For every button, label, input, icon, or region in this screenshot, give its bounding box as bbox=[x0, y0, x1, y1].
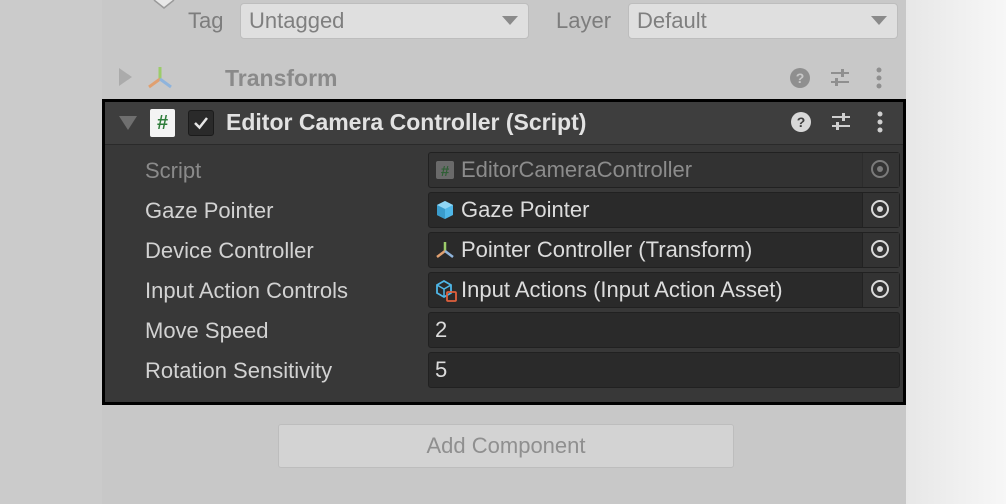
transform-axes-icon bbox=[436, 242, 454, 258]
help-icon[interactable]: ? bbox=[790, 111, 812, 133]
editor-camera-controller-component: # Editor Camera Controller (Script) ? Sc… bbox=[102, 99, 906, 405]
device-controller-field[interactable]: Pointer Controller (Transform) bbox=[428, 232, 900, 268]
tag-dropdown[interactable]: Untagged bbox=[240, 3, 529, 39]
script-label: Script bbox=[145, 158, 202, 183]
left-panel-edge bbox=[0, 0, 102, 504]
move-speed-label[interactable]: Move Speed bbox=[145, 318, 269, 344]
rotation-sensitivity-input[interactable]: 5 bbox=[428, 352, 900, 388]
preset-sliders-icon[interactable] bbox=[829, 67, 851, 89]
script-value: EditorCameraController bbox=[461, 157, 693, 182]
inspector-panel: Tag Untagged Layer Default Transform ? #… bbox=[102, 0, 906, 504]
svg-text:#: # bbox=[441, 163, 450, 180]
script-field: # EditorCameraController bbox=[428, 152, 900, 188]
input-action-controls-label: Input Action Controls bbox=[145, 278, 349, 303]
device-controller-value: Pointer Controller (Transform) bbox=[461, 237, 753, 262]
input-action-asset-icon bbox=[436, 280, 457, 302]
layer-label: Layer bbox=[556, 8, 612, 33]
gameobject-icon-fragment bbox=[153, 0, 175, 9]
prefab-cube-icon bbox=[437, 201, 453, 219]
svg-text:?: ? bbox=[796, 70, 805, 86]
script-hash-icon: # bbox=[150, 109, 175, 137]
object-picker-button[interactable] bbox=[862, 193, 899, 227]
input-action-controls-field[interactable]: Input Actions (Input Action Asset) bbox=[428, 272, 900, 308]
more-vert-icon[interactable] bbox=[876, 110, 884, 134]
chevron-down-icon bbox=[502, 16, 518, 25]
layer-dropdown-value: Default bbox=[637, 8, 707, 33]
move-speed-value: 2 bbox=[435, 317, 448, 342]
add-component-button[interactable]: Add Component bbox=[278, 424, 734, 468]
move-speed-input[interactable]: 2 bbox=[428, 312, 900, 348]
tag-dropdown-value: Untagged bbox=[249, 8, 345, 33]
transform-title: Transform bbox=[225, 65, 338, 91]
target-icon bbox=[871, 240, 889, 258]
script-hash-icon: # bbox=[436, 161, 454, 180]
gaze-pointer-field[interactable]: Gaze Pointer bbox=[428, 192, 900, 228]
rotation-sensitivity-label[interactable]: Rotation Sensitivity bbox=[145, 358, 332, 384]
tag-label: Tag bbox=[188, 8, 224, 33]
input-action-controls-value: Input Actions (Input Action Asset) bbox=[461, 277, 783, 302]
target-icon bbox=[871, 160, 889, 178]
layer-dropdown[interactable]: Default bbox=[628, 3, 898, 39]
target-icon bbox=[871, 280, 889, 298]
tag-layer-row: Tag Untagged Layer Default bbox=[102, 0, 906, 57]
rotation-sensitivity-value: 5 bbox=[435, 357, 448, 382]
right-panel-edge bbox=[906, 0, 1006, 504]
svg-text:?: ? bbox=[797, 114, 806, 130]
device-controller-label: Device Controller bbox=[145, 238, 314, 263]
checkmark-icon bbox=[194, 117, 208, 130]
target-icon bbox=[871, 200, 889, 218]
transform-axes-icon bbox=[148, 67, 172, 89]
help-icon[interactable]: ? bbox=[789, 67, 811, 89]
component-header[interactable]: # Editor Camera Controller (Script) ? bbox=[105, 102, 903, 145]
chevron-down-icon bbox=[871, 16, 887, 25]
object-picker-button[interactable] bbox=[862, 273, 899, 307]
expand-arrow-icon[interactable] bbox=[119, 68, 132, 86]
gaze-pointer-value: Gaze Pointer bbox=[461, 197, 590, 222]
preset-sliders-icon[interactable] bbox=[830, 111, 852, 133]
gaze-pointer-label: Gaze Pointer bbox=[145, 198, 274, 223]
inspector-screenshot: Tag Untagged Layer Default Transform ? #… bbox=[0, 0, 1006, 504]
component-title: Editor Camera Controller (Script) bbox=[226, 109, 587, 135]
transform-component-header[interactable]: Transform ? bbox=[102, 56, 906, 100]
more-vert-icon[interactable] bbox=[875, 66, 883, 90]
object-picker-button[interactable] bbox=[862, 233, 899, 267]
collapse-arrow-icon[interactable] bbox=[119, 116, 137, 130]
object-picker-button bbox=[862, 153, 899, 187]
component-enabled-checkbox[interactable] bbox=[188, 110, 214, 136]
